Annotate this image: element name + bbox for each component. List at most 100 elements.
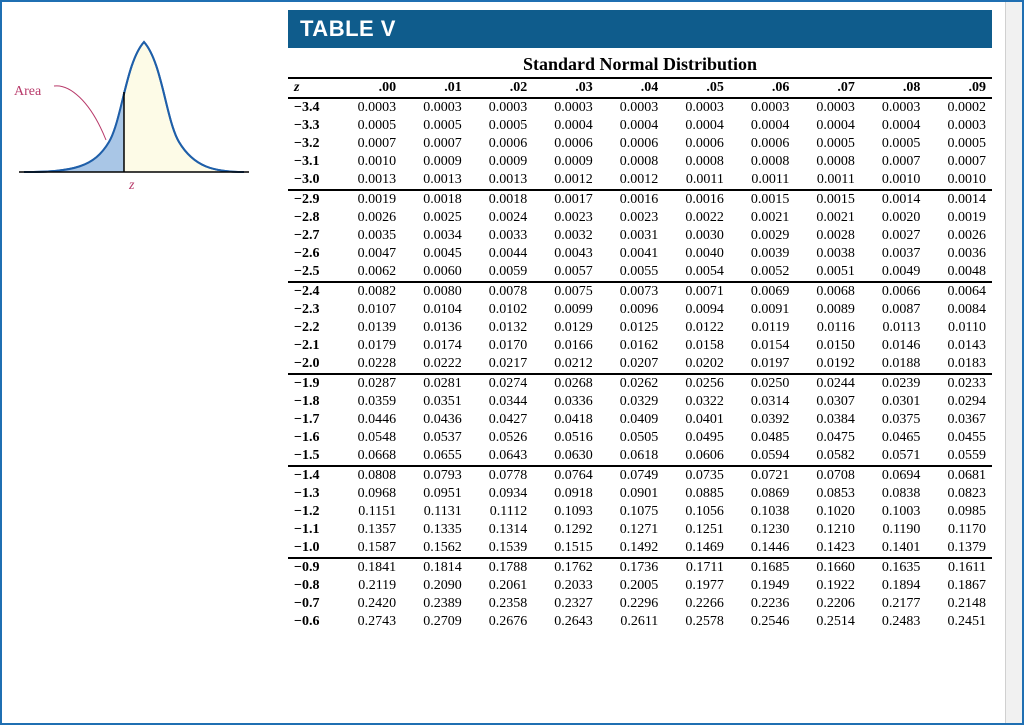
prob-cell: 0.0256 [664,374,730,393]
table-row: −1.00.15870.15620.15390.15150.14920.1469… [288,539,992,558]
scroll-up-button[interactable] [1006,2,1022,18]
prob-cell: 0.2005 [599,577,665,595]
z-cell: −1.1 [288,521,337,539]
prob-cell: 0.0003 [861,98,927,117]
prob-cell: 0.0150 [795,337,861,355]
prob-cell: 0.1949 [730,577,796,595]
table-row: −2.20.01390.01360.01320.01290.01250.0122… [288,319,992,337]
prob-cell: 0.0010 [337,153,403,171]
prob-cell: 0.0051 [795,263,861,282]
prob-cell: 0.0465 [861,429,927,447]
prob-cell: 0.0006 [468,135,534,153]
prob-cell: 0.1922 [795,577,861,595]
prob-cell: 0.0192 [795,355,861,374]
z-cell: −3.0 [288,171,337,190]
prob-cell: 0.1020 [795,503,861,521]
prob-cell: 0.1587 [337,539,403,558]
table-row: −1.10.13570.13350.13140.12920.12710.1251… [288,521,992,539]
z-cell: −2.1 [288,337,337,355]
prob-cell: 0.0087 [861,301,927,319]
prob-cell: 0.0008 [599,153,665,171]
scroll-down-button[interactable] [1006,707,1022,723]
z-cell: −1.3 [288,485,337,503]
prob-cell: 0.0505 [599,429,665,447]
prob-cell: 0.1539 [468,539,534,558]
prob-cell: 0.1093 [533,503,599,521]
col-header: .07 [795,78,861,98]
prob-cell: 0.0052 [730,263,796,282]
prob-cell: 0.2483 [861,613,927,631]
prob-cell: 0.0764 [533,466,599,485]
prob-cell: 0.1515 [533,539,599,558]
z-cell: −2.3 [288,301,337,319]
prob-cell: 0.0003 [337,98,403,117]
prob-cell: 0.0401 [664,411,730,429]
prob-cell: 0.0006 [599,135,665,153]
prob-cell: 0.0040 [664,245,730,263]
z-cell: −1.8 [288,393,337,411]
z-cell: −1.2 [288,503,337,521]
prob-cell: 0.0005 [402,117,468,135]
prob-cell: 0.0021 [730,209,796,227]
table-row: −2.90.00190.00180.00180.00170.00160.0016… [288,190,992,209]
prob-cell: 0.0838 [861,485,927,503]
prob-cell: 0.0023 [533,209,599,227]
prob-cell: 0.0009 [468,153,534,171]
prob-cell: 0.0113 [861,319,927,337]
table-row: −1.20.11510.11310.11120.10930.10750.1056… [288,503,992,521]
prob-cell: 0.0582 [795,447,861,466]
prob-cell: 0.0068 [795,282,861,301]
prob-cell: 0.0005 [337,117,403,135]
prob-cell: 0.0089 [795,301,861,319]
prob-cell: 0.0202 [664,355,730,374]
prob-cell: 0.1635 [861,558,927,577]
prob-cell: 0.0018 [468,190,534,209]
prob-cell: 0.0078 [468,282,534,301]
prob-cell: 0.0004 [730,117,796,135]
page: Area z TABLE V Standard Normal Distribut… [0,0,1024,725]
prob-cell: 0.1685 [730,558,796,577]
scroll-thumb[interactable] [1006,18,1022,238]
z-cell: −3.1 [288,153,337,171]
prob-cell: 0.0793 [402,466,468,485]
table-row: −2.00.02280.02220.02170.02120.02070.0202… [288,355,992,374]
prob-cell: 0.1788 [468,558,534,577]
prob-cell: 0.0049 [861,263,927,282]
prob-cell: 0.2514 [795,613,861,631]
prob-cell: 0.0041 [599,245,665,263]
prob-cell: 0.1056 [664,503,730,521]
prob-cell: 0.0207 [599,355,665,374]
prob-cell: 0.0016 [599,190,665,209]
prob-cell: 0.0073 [599,282,665,301]
z-table: z .00 .01 .02 .03 .04 .05 .06 .07 .08 .0… [288,77,992,631]
prob-cell: 0.0005 [795,135,861,153]
col-header: .08 [861,78,927,98]
prob-cell: 0.2643 [533,613,599,631]
z-cell: −1.9 [288,374,337,393]
prob-cell: 0.1379 [926,539,992,558]
table-subtitle: Standard Normal Distribution [288,48,992,77]
prob-cell: 0.0132 [468,319,534,337]
prob-cell: 0.0217 [468,355,534,374]
prob-cell: 0.0808 [337,466,403,485]
prob-cell: 0.0708 [795,466,861,485]
prob-cell: 0.0853 [795,485,861,503]
table-row: −1.80.03590.03510.03440.03360.03290.0322… [288,393,992,411]
table-row: −1.90.02870.02810.02740.02680.02620.0256… [288,374,992,393]
prob-cell: 0.0005 [468,117,534,135]
z-cell: −1.0 [288,539,337,558]
prob-cell: 0.1401 [861,539,927,558]
prob-cell: 0.0002 [926,98,992,117]
prob-cell: 0.0005 [926,135,992,153]
prob-cell: 0.0003 [468,98,534,117]
prob-cell: 0.0516 [533,429,599,447]
prob-cell: 0.0024 [468,209,534,227]
prob-cell: 0.0749 [599,466,665,485]
prob-cell: 0.0012 [533,171,599,190]
prob-cell: 0.0274 [468,374,534,393]
prob-cell: 0.2389 [402,595,468,613]
col-header: .02 [468,78,534,98]
prob-cell: 0.0034 [402,227,468,245]
prob-cell: 0.0668 [337,447,403,466]
prob-cell: 0.0004 [664,117,730,135]
